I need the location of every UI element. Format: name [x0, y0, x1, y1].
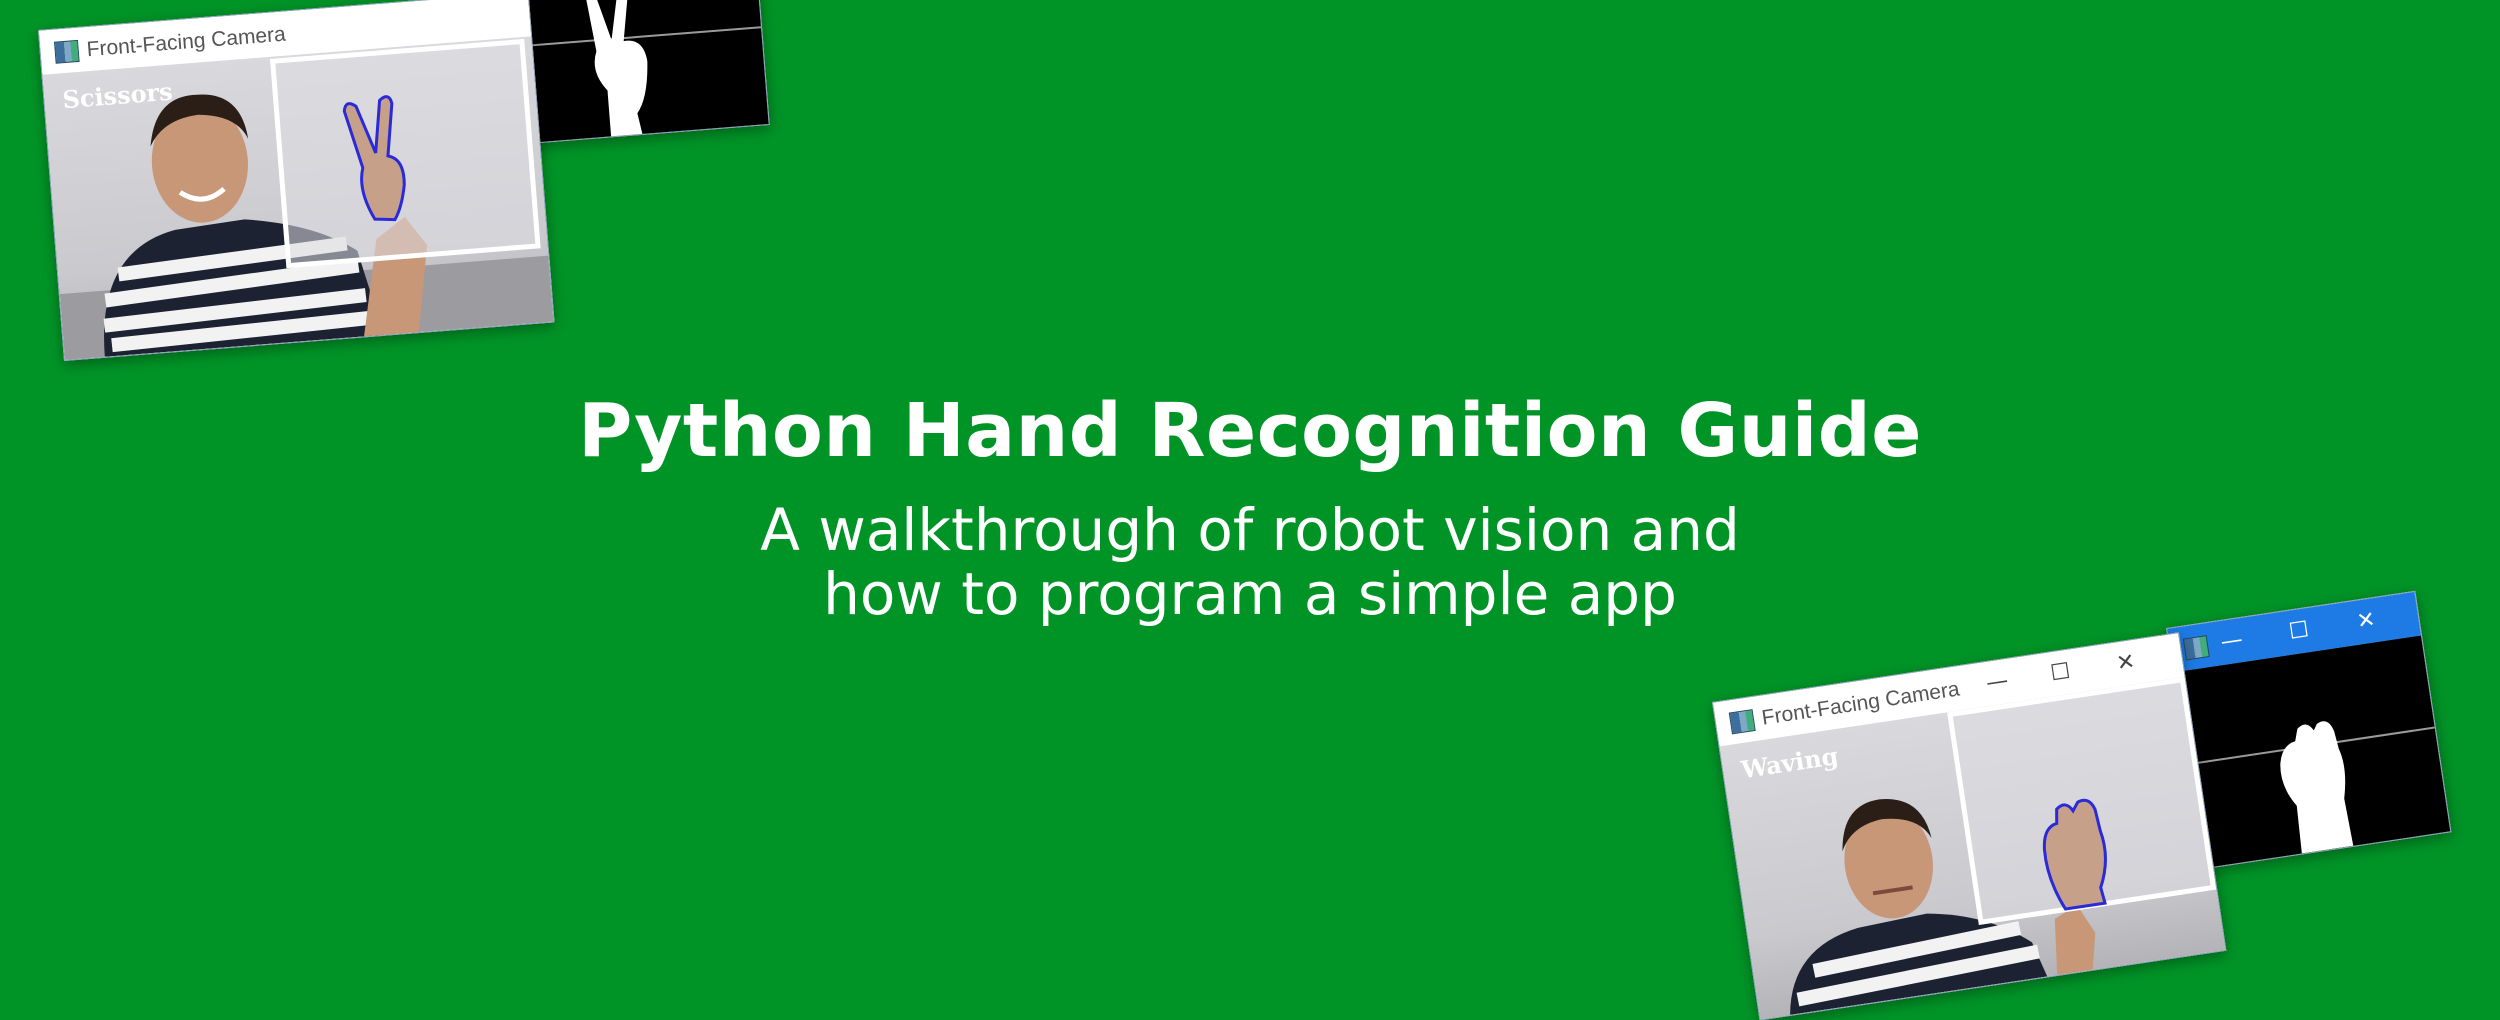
- page-subtitle: A walkthrough of robot vision and how to…: [0, 498, 2500, 626]
- camera-window: Front-Facing Camera Scissors: [38, 0, 555, 361]
- hand-mask-view: [2173, 635, 2451, 869]
- camera-feed: Scissors: [42, 36, 554, 360]
- app-window-icon: [1728, 709, 1756, 735]
- app-window-icon: [53, 39, 80, 64]
- close-button[interactable]: ✕: [2342, 602, 2390, 640]
- app-window-icon: [2182, 635, 2210, 661]
- camera-window-title: Front-Facing Camera: [85, 22, 287, 62]
- subtitle-line-2: how to program a simple app: [823, 560, 1677, 628]
- minimize-button[interactable]: —: [2208, 622, 2256, 660]
- hand-mask-icon: [2280, 721, 2354, 854]
- subtitle-line-1: A walkthrough of robot vision and: [760, 496, 1740, 564]
- maximize-button[interactable]: ☐: [2036, 654, 2084, 692]
- camera-window: Front-Facing Camera — ☐ ✕ Waving: [1712, 632, 2227, 1020]
- mask-window: — ☐ ✕: [2166, 590, 2452, 870]
- page-title: Python Hand Recognition Guide: [578, 388, 1922, 474]
- close-button[interactable]: ✕: [2102, 644, 2150, 682]
- minimize-button[interactable]: —: [1973, 664, 2021, 702]
- maximize-button[interactable]: ☐: [2275, 612, 2323, 650]
- mask-window: [502, 0, 770, 145]
- hand-mask-icon: [586, 0, 648, 141]
- hand-mask-view: [507, 0, 769, 144]
